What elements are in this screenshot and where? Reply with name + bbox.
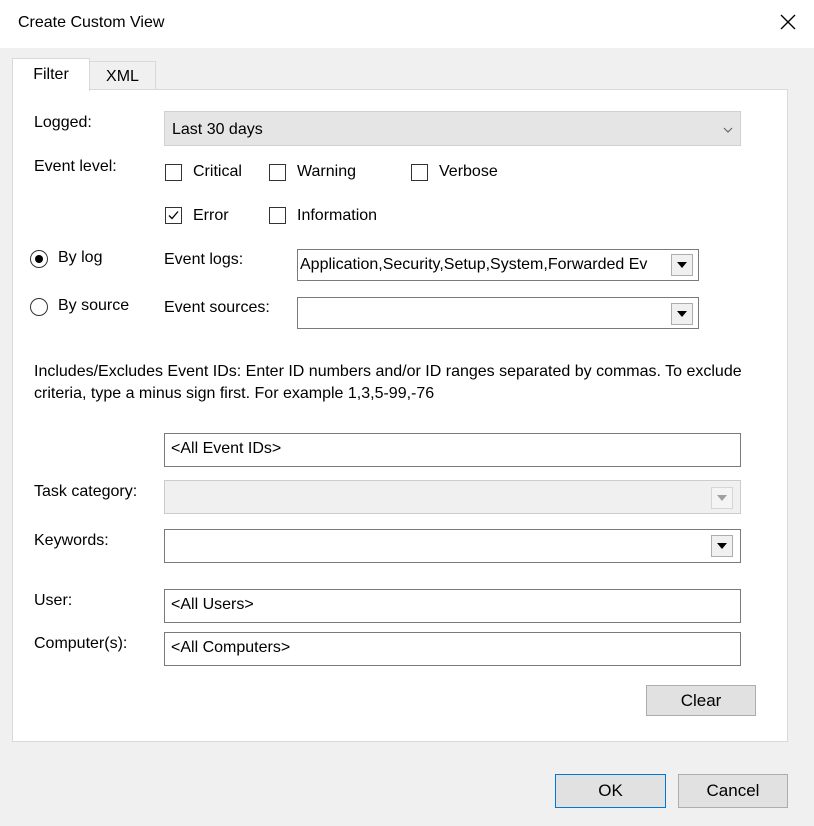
critical-label: Critical (193, 163, 242, 180)
user-label: User: (34, 592, 73, 609)
critical-checkbox[interactable] (165, 164, 182, 181)
event-sources-label: Event sources: (164, 299, 270, 316)
information-checkbox[interactable] (269, 207, 286, 224)
clear-button[interactable]: Clear (646, 685, 756, 716)
event-ids-value: <All Event IDs> (171, 440, 282, 457)
by-log-radio[interactable] (30, 250, 48, 268)
logged-value: Last 30 days (172, 121, 263, 138)
logged-label: Logged: (34, 114, 92, 131)
keywords-dropdown[interactable] (164, 529, 741, 563)
window-title: Create Custom View (18, 14, 165, 31)
task-category-label: Task category: (34, 483, 138, 500)
error-label: Error (193, 207, 229, 224)
verbose-label: Verbose (439, 163, 498, 180)
chevron-down-icon (677, 311, 687, 317)
chevron-down-icon (723, 127, 733, 133)
event-logs-dropdown[interactable]: Application,Security,Setup,System,Forwar… (297, 249, 699, 281)
keywords-label: Keywords: (34, 532, 109, 549)
warning-checkbox[interactable] (269, 164, 286, 181)
verbose-checkbox[interactable] (411, 164, 428, 181)
chevron-down-icon (717, 543, 727, 549)
radio-selected-dot (35, 255, 43, 263)
event-sources-dropdown[interactable] (297, 297, 699, 329)
task-category-dropdown-button[interactable] (711, 487, 733, 509)
event-ids-input[interactable]: <All Event IDs> (164, 433, 741, 467)
computers-label: Computer(s): (34, 635, 128, 652)
chevron-down-icon (677, 262, 687, 268)
task-category-dropdown[interactable] (164, 480, 741, 514)
event-logs-label: Event logs: (164, 251, 244, 268)
event-logs-dropdown-button[interactable] (671, 254, 693, 276)
error-checkbox[interactable] (165, 207, 182, 224)
event-logs-value: Application,Security,Setup,System,Forwar… (300, 256, 648, 273)
warning-label: Warning (297, 163, 356, 180)
by-source-label: By source (58, 297, 130, 314)
close-button[interactable] (776, 10, 800, 34)
close-icon (780, 14, 796, 30)
event-sources-dropdown-button[interactable] (671, 303, 693, 325)
by-log-label: By log (58, 249, 103, 266)
logged-dropdown[interactable]: Last 30 days (164, 111, 741, 146)
event-ids-help-text: Includes/Excludes Event IDs: Enter ID nu… (34, 363, 742, 402)
chevron-down-icon (717, 495, 727, 501)
user-value: <All Users> (171, 596, 254, 613)
tab-filter[interactable]: Filter (12, 58, 90, 91)
keywords-dropdown-button[interactable] (711, 535, 733, 557)
computers-value: <All Computers> (171, 639, 291, 656)
cancel-button[interactable]: Cancel (678, 774, 788, 808)
ok-button[interactable]: OK (555, 774, 666, 808)
computers-input[interactable]: <All Computers> (164, 632, 741, 666)
tab-xml[interactable]: XML (89, 61, 156, 90)
by-source-radio[interactable] (30, 298, 48, 316)
event-level-label: Event level: (34, 158, 117, 175)
user-input[interactable]: <All Users> (164, 589, 741, 623)
checkmark-icon (168, 211, 179, 220)
information-label: Information (297, 207, 378, 224)
